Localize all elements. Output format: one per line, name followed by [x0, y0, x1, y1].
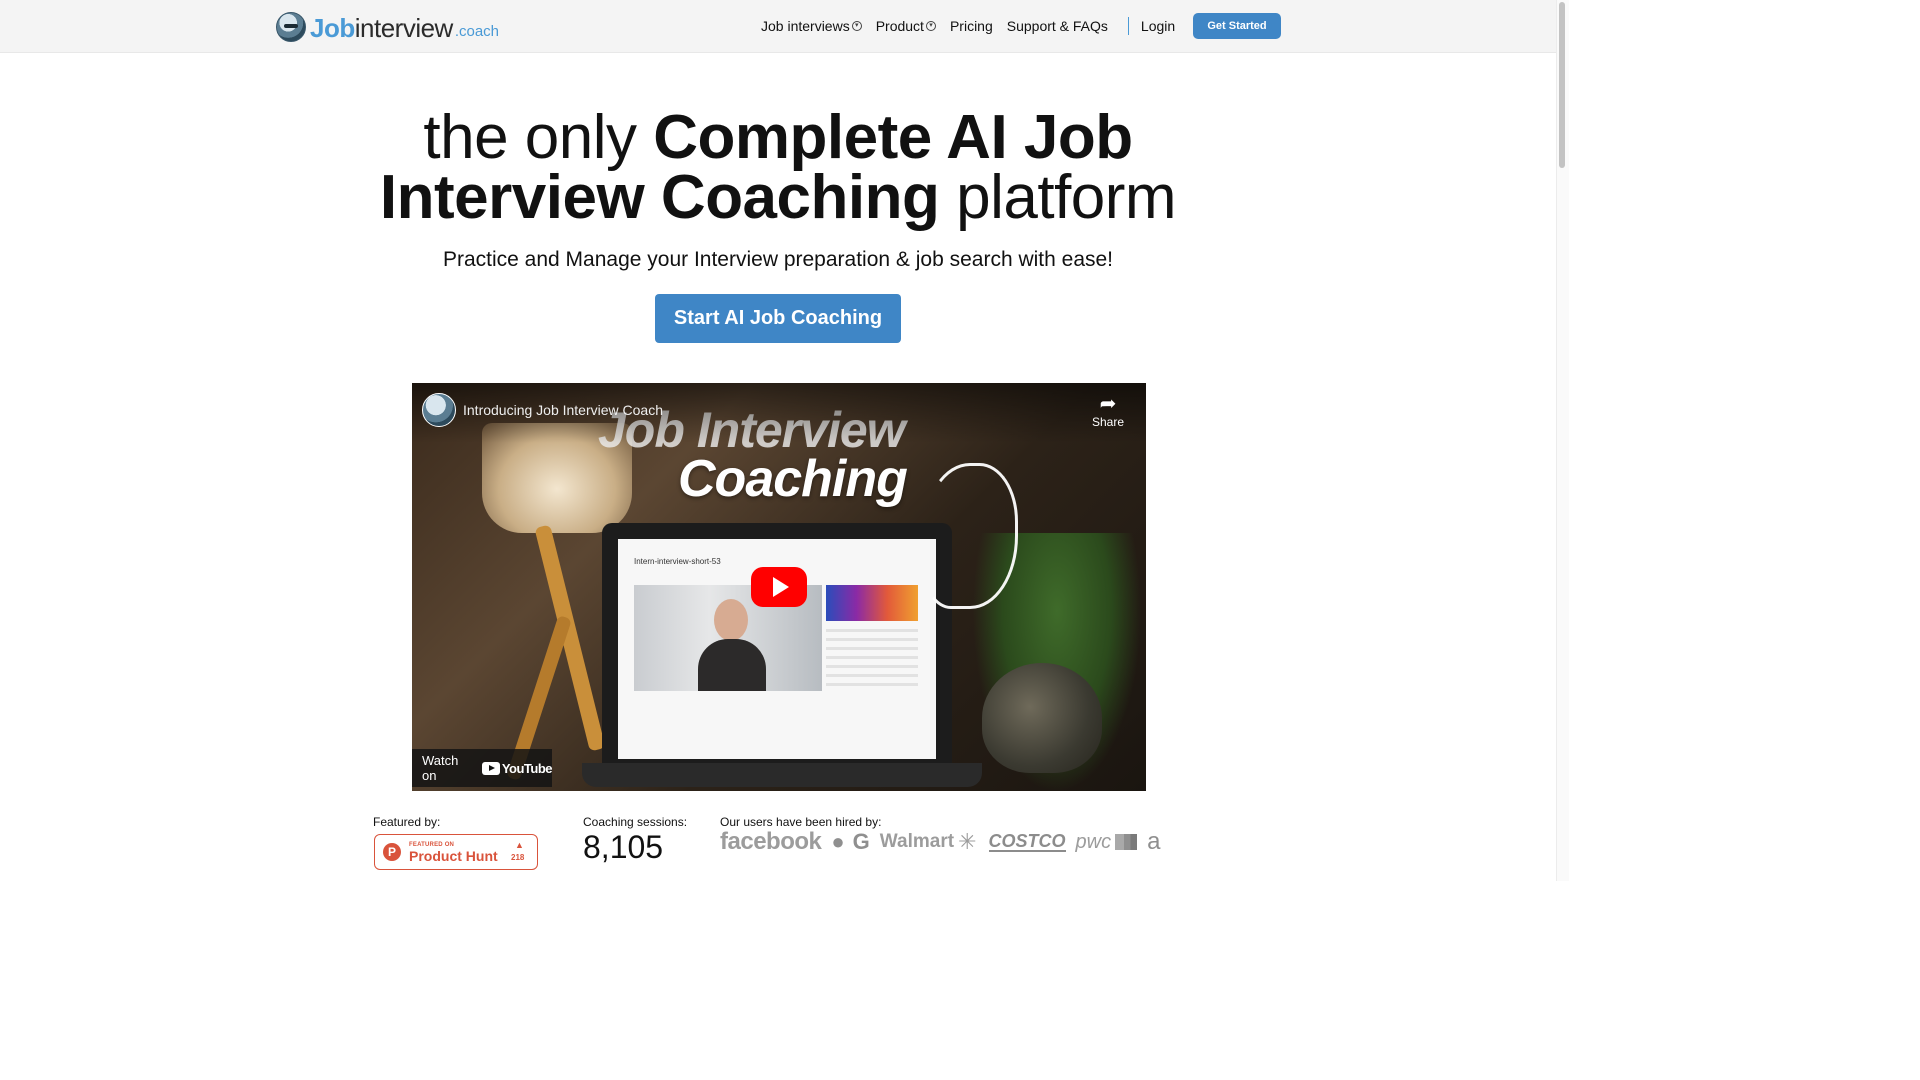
- channel-avatar[interactable]: [422, 393, 456, 427]
- page-scrollbar-thumb[interactable]: [1559, 2, 1565, 168]
- hero-title-line1-normal: the only: [423, 103, 654, 172]
- logo-avatar-icon: [276, 12, 306, 42]
- nav-divider: [1127, 17, 1129, 35]
- play-button[interactable]: [751, 567, 807, 607]
- logo-text-coach: .coach: [454, 23, 500, 40]
- hero-title-line2-bold: Interview Coaching: [379, 163, 940, 232]
- pwc-logo-blocks: [1115, 834, 1138, 850]
- nav-product-label: Product: [875, 18, 924, 34]
- featured-by-label: Featured by:: [373, 815, 441, 829]
- nav-pricing-label: Pricing: [949, 18, 993, 34]
- hero-title-line2-normal: platform: [939, 163, 1177, 232]
- watch-on-label: Watch on: [422, 753, 459, 783]
- share-label: Share: [1091, 415, 1125, 429]
- product-hunt-icon: P: [383, 843, 401, 861]
- product-hunt-name: Product Hunt: [409, 848, 498, 864]
- video-vase: [982, 663, 1102, 773]
- coaching-sessions-count: 8,105: [583, 829, 664, 865]
- site-header: Job interview .coach Job interviews ▾ Pr…: [0, 0, 1556, 53]
- hero-subtitle: Practice and Manage your Interview prepa…: [442, 248, 1114, 271]
- video-lamp-arm: [534, 524, 606, 752]
- upvote-arrow-icon: ▲: [515, 840, 524, 850]
- video-embed[interactable]: Intern-interview-short-53 Job Interview …: [412, 383, 1146, 791]
- amazon-logo: a: [1147, 828, 1161, 855]
- login-link[interactable]: Login: [1141, 18, 1175, 34]
- walmart-logo: Walmart: [879, 831, 955, 852]
- video-overlay-title-line2: Coaching: [678, 450, 908, 508]
- video-screen-chart: [826, 585, 918, 621]
- logo-text-job: Job: [310, 13, 355, 43]
- pwc-logo: pwc: [1075, 830, 1112, 853]
- company-logos: facebook ● G Walmart ✳ COSTCO pwc a: [720, 828, 1160, 856]
- nav-job-interviews[interactable]: Job interviews ▾: [761, 18, 862, 34]
- video-screen-title: Intern-interview-short-53: [634, 557, 721, 566]
- product-hunt-badge[interactable]: P FEATURED ON Product Hunt ▲ 218: [374, 834, 538, 870]
- nav-pricing[interactable]: Pricing: [950, 18, 993, 34]
- hero-title-line1-bold: Complete AI Job: [653, 103, 1133, 172]
- hired-by-label: Our users have been hired by:: [720, 815, 882, 829]
- share-icon: ➦: [1099, 393, 1117, 415]
- nav-product[interactable]: Product ▾: [876, 18, 936, 34]
- main-nav: Job interviews ▾ Product ▾ Pricing Suppo…: [761, 17, 1189, 35]
- facebook-logo: facebook: [720, 828, 822, 855]
- get-started-button[interactable]: Get Started: [1193, 13, 1281, 39]
- costco-logo: COSTCO: [988, 831, 1066, 852]
- start-ai-coaching-button[interactable]: Start AI Job Coaching: [655, 294, 901, 343]
- youtube-wordmark: YouTube: [501, 760, 553, 776]
- nav-support-faqs[interactable]: Support & FAQs: [1007, 18, 1108, 34]
- nav-job-interviews-label: Job interviews: [761, 18, 850, 34]
- video-laptop-keyboard: [582, 763, 982, 787]
- chevron-down-icon: ▾: [925, 21, 936, 31]
- video-screen-body: [698, 639, 766, 691]
- hero-title: the only Complete AI Job Interview Coach…: [0, 107, 1556, 229]
- logo-text-interview: interview: [354, 13, 454, 43]
- walmart-spark-icon: ✳: [958, 829, 977, 854]
- google-logo-icon: G: [852, 829, 870, 854]
- video-screen-text-lines: [826, 629, 918, 689]
- nav-support-faqs-label: Support & FAQs: [1006, 18, 1108, 34]
- youtube-play-icon: [481, 761, 500, 775]
- watch-on-youtube-button[interactable]: Watch on YouTube: [412, 749, 553, 787]
- site-logo[interactable]: Job interview .coach: [276, 12, 499, 42]
- video-screen-face: [714, 599, 748, 641]
- video-title[interactable]: Introducing Job Interview Coach: [463, 402, 663, 418]
- share-button[interactable]: ➦ Share: [1086, 393, 1130, 429]
- product-hunt-upvote-count: 218: [511, 853, 525, 862]
- coaching-sessions-label: Coaching sessions:: [583, 815, 688, 829]
- chevron-down-icon: ▾: [851, 21, 862, 31]
- youtube-logo: YouTube: [481, 760, 553, 776]
- apple-logo-icon: ●: [831, 829, 845, 854]
- video-decorative-curl: [922, 463, 1018, 609]
